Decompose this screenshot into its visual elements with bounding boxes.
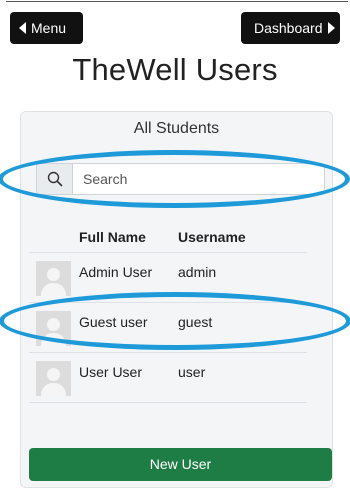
row-full-name: Admin User bbox=[79, 264, 153, 280]
users-page: Menu Dashboard TheWell Users All Student… bbox=[0, 0, 350, 488]
menu-button[interactable]: Menu bbox=[10, 12, 83, 44]
dashboard-button-label: Dashboard bbox=[254, 20, 323, 36]
header-full-name: Full Name bbox=[79, 229, 146, 245]
row-username: admin bbox=[178, 264, 217, 280]
search-input[interactable] bbox=[73, 164, 324, 194]
new-user-button[interactable]: New User bbox=[29, 448, 332, 481]
students-card: All Students Full Name Username Admin bbox=[20, 111, 333, 488]
avatar-placeholder-icon bbox=[36, 311, 71, 346]
row-username: user bbox=[178, 364, 206, 380]
menu-button-label: Menu bbox=[31, 20, 67, 36]
header-username: Username bbox=[178, 229, 246, 245]
row-full-name: Guest user bbox=[79, 314, 148, 330]
avatar-placeholder-icon bbox=[36, 361, 71, 396]
top-divider bbox=[6, 1, 348, 2]
search-icon bbox=[37, 164, 73, 194]
page-title: TheWell Users bbox=[72, 52, 278, 87]
avatar-placeholder-icon bbox=[36, 261, 71, 296]
caret-left-icon bbox=[19, 22, 26, 34]
dashboard-button[interactable]: Dashboard bbox=[241, 12, 340, 44]
table-row[interactable]: Admin User admin bbox=[29, 253, 307, 303]
row-full-name: User User bbox=[79, 364, 143, 380]
table-header: Full Name Username bbox=[29, 222, 307, 253]
table-row[interactable]: User User user bbox=[29, 353, 307, 403]
table-row[interactable]: Guest user guest bbox=[29, 303, 307, 353]
search-group bbox=[36, 163, 325, 195]
avatar-cell bbox=[29, 303, 79, 346]
card-title: All Students bbox=[133, 120, 220, 137]
avatar-cell bbox=[29, 353, 79, 396]
users-table: Full Name Username Admin User admin Gues… bbox=[29, 222, 307, 403]
row-username: guest bbox=[178, 314, 213, 330]
caret-right-icon bbox=[327, 22, 335, 34]
avatar-cell bbox=[29, 253, 79, 296]
